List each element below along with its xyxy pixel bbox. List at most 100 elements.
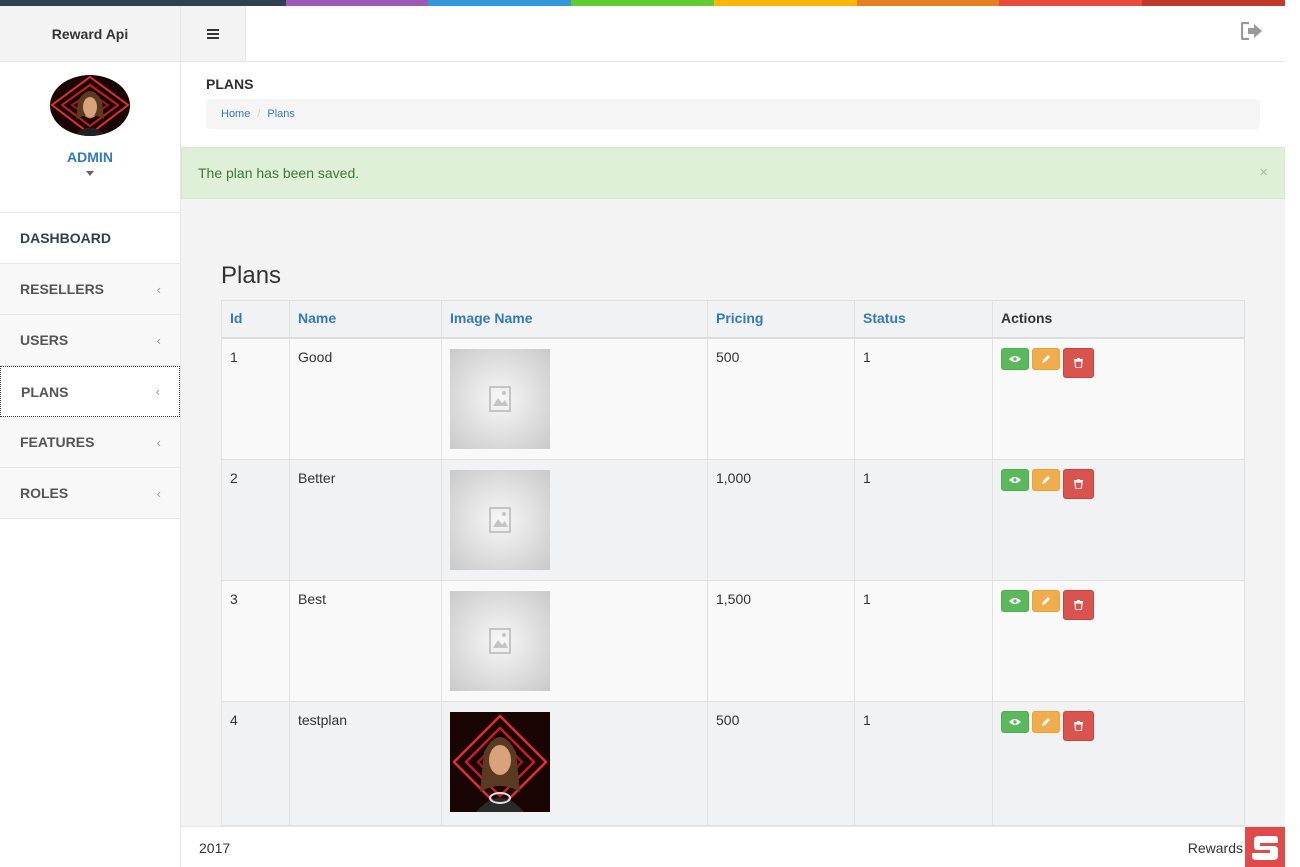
footer-company: Rewards bbox=[1187, 840, 1243, 856]
sidebar-item-features[interactable]: FEATURES ‹ bbox=[0, 417, 180, 468]
sign-out-icon[interactable] bbox=[1240, 21, 1263, 43]
pencil-icon bbox=[1042, 596, 1050, 605]
image-placeholder-icon bbox=[450, 590, 550, 691]
view-button[interactable] bbox=[1001, 589, 1029, 612]
close-icon[interactable]: × bbox=[1259, 164, 1268, 181]
cell-id: 1 bbox=[221, 337, 290, 460]
view-button[interactable] bbox=[1001, 468, 1029, 491]
column-header-status[interactable]: Status bbox=[854, 300, 993, 339]
sidebar-item-plans[interactable]: PLANS ‹ bbox=[0, 366, 180, 417]
eye-icon bbox=[1009, 718, 1021, 725]
cell-image bbox=[441, 579, 708, 702]
table-header-row: Id Name Image Name Pricing Status Action… bbox=[221, 300, 1245, 339]
edit-button[interactable] bbox=[1032, 710, 1060, 733]
sidebar: Reward Api ADMIN DASHBOARD RESELLERS ‹ U… bbox=[0, 6, 181, 867]
column-header-pricing[interactable]: Pricing bbox=[707, 300, 855, 339]
delete-button[interactable] bbox=[1063, 347, 1094, 378]
cell-id: 3 bbox=[221, 579, 290, 702]
column-header-actions: Actions bbox=[992, 300, 1245, 339]
alert-message: The plan has been saved. bbox=[198, 165, 360, 181]
cell-actions bbox=[992, 458, 1245, 581]
breadcrumb-separator: / bbox=[257, 108, 261, 120]
table-row: 3 Best 1,500 1 bbox=[221, 579, 1245, 702]
view-button[interactable] bbox=[1001, 710, 1029, 733]
plans-table: Id Name Image Name Pricing Status Action… bbox=[221, 300, 1245, 826]
eye-icon bbox=[1009, 476, 1021, 483]
table-row: 2 Better 1,000 1 bbox=[221, 458, 1245, 581]
chevron-left-icon: ‹ bbox=[156, 332, 161, 348]
chat-widget-icon[interactable] bbox=[1245, 827, 1285, 867]
user-avatar[interactable] bbox=[50, 75, 130, 136]
eye-icon bbox=[1009, 597, 1021, 604]
sidebar-item-users[interactable]: USERS ‹ bbox=[0, 315, 180, 366]
view-button[interactable] bbox=[1001, 347, 1029, 370]
cell-actions bbox=[992, 579, 1245, 702]
app-title[interactable]: Reward Api bbox=[0, 6, 180, 62]
sidebar-item-resellers[interactable]: RESELLERS ‹ bbox=[0, 264, 180, 315]
success-alert: The plan has been saved. × bbox=[181, 147, 1285, 199]
cell-name: testplan bbox=[289, 700, 442, 826]
sidebar-toggle-button[interactable] bbox=[181, 6, 246, 61]
trash-icon bbox=[1074, 720, 1083, 731]
delete-button[interactable] bbox=[1063, 710, 1094, 741]
hamburger-menu-icon bbox=[207, 28, 219, 39]
sidebar-item-dashboard[interactable]: DASHBOARD bbox=[0, 213, 180, 264]
profile-name[interactable]: ADMIN bbox=[67, 149, 113, 165]
image-placeholder-icon bbox=[450, 348, 550, 449]
cell-status: 1 bbox=[854, 579, 993, 702]
cell-id: 2 bbox=[221, 458, 290, 581]
breadcrumb: Home / Plans bbox=[206, 99, 1260, 129]
cell-pricing: 1,000 bbox=[707, 458, 855, 581]
chevron-left-icon: ‹ bbox=[156, 485, 161, 501]
breadcrumb-current-link[interactable]: Plans bbox=[267, 108, 295, 120]
chevron-left-icon: ‹ bbox=[156, 434, 161, 450]
cell-pricing: 500 bbox=[707, 700, 855, 826]
delete-button[interactable] bbox=[1063, 589, 1094, 620]
sidebar-item-label: RESELLERS bbox=[20, 281, 105, 297]
table-row: 4 testplan 500 1 bbox=[221, 700, 1245, 826]
top-navbar bbox=[181, 6, 1285, 62]
sidebar-item-label: ROLES bbox=[20, 485, 69, 501]
cell-image bbox=[441, 700, 708, 826]
cell-image bbox=[441, 337, 708, 460]
edit-button[interactable] bbox=[1032, 347, 1060, 370]
cell-pricing: 500 bbox=[707, 337, 855, 460]
plan-image bbox=[450, 711, 550, 812]
trash-icon bbox=[1074, 478, 1083, 489]
trash-icon bbox=[1074, 599, 1083, 610]
trash-icon bbox=[1074, 357, 1083, 368]
footer-year: 2017 bbox=[199, 840, 231, 856]
edit-button[interactable] bbox=[1032, 589, 1060, 612]
sidebar-item-label: USERS bbox=[20, 332, 69, 348]
page-title: PLANS bbox=[206, 76, 254, 92]
pencil-icon bbox=[1042, 475, 1050, 484]
breadcrumb-home-link[interactable]: Home bbox=[221, 108, 250, 120]
eye-icon bbox=[1009, 355, 1021, 362]
pencil-icon bbox=[1042, 354, 1050, 363]
delete-button[interactable] bbox=[1063, 468, 1094, 499]
cell-name: Best bbox=[289, 579, 442, 702]
sidebar-item-roles[interactable]: ROLES ‹ bbox=[0, 468, 180, 519]
cell-pricing: 1,500 bbox=[707, 579, 855, 702]
column-header-name[interactable]: Name bbox=[289, 300, 442, 339]
cell-status: 1 bbox=[854, 458, 993, 581]
sidebar-item-label: DASHBOARD bbox=[20, 230, 111, 246]
column-header-image[interactable]: Image Name bbox=[441, 300, 708, 339]
edit-button[interactable] bbox=[1032, 468, 1060, 491]
image-placeholder-icon bbox=[450, 469, 550, 570]
profile-panel: ADMIN bbox=[0, 62, 180, 213]
sidebar-item-label: FEATURES bbox=[20, 434, 95, 450]
cell-actions bbox=[992, 700, 1245, 826]
cell-name: Good bbox=[289, 337, 442, 460]
page-header: PLANS Home / Plans bbox=[181, 62, 1285, 147]
footer: 2017 Rewards bbox=[181, 826, 1285, 867]
chevron-left-icon: ‹ bbox=[156, 281, 161, 297]
caret-down-icon[interactable] bbox=[86, 171, 94, 176]
cell-image bbox=[441, 458, 708, 581]
column-header-id[interactable]: Id bbox=[221, 300, 290, 339]
main-content: Plans Id Name Image Name Pricing Status … bbox=[181, 199, 1285, 826]
cell-name: Better bbox=[289, 458, 442, 581]
pencil-icon bbox=[1042, 717, 1050, 726]
section-title: Plans bbox=[221, 262, 282, 289]
cell-actions bbox=[992, 337, 1245, 460]
